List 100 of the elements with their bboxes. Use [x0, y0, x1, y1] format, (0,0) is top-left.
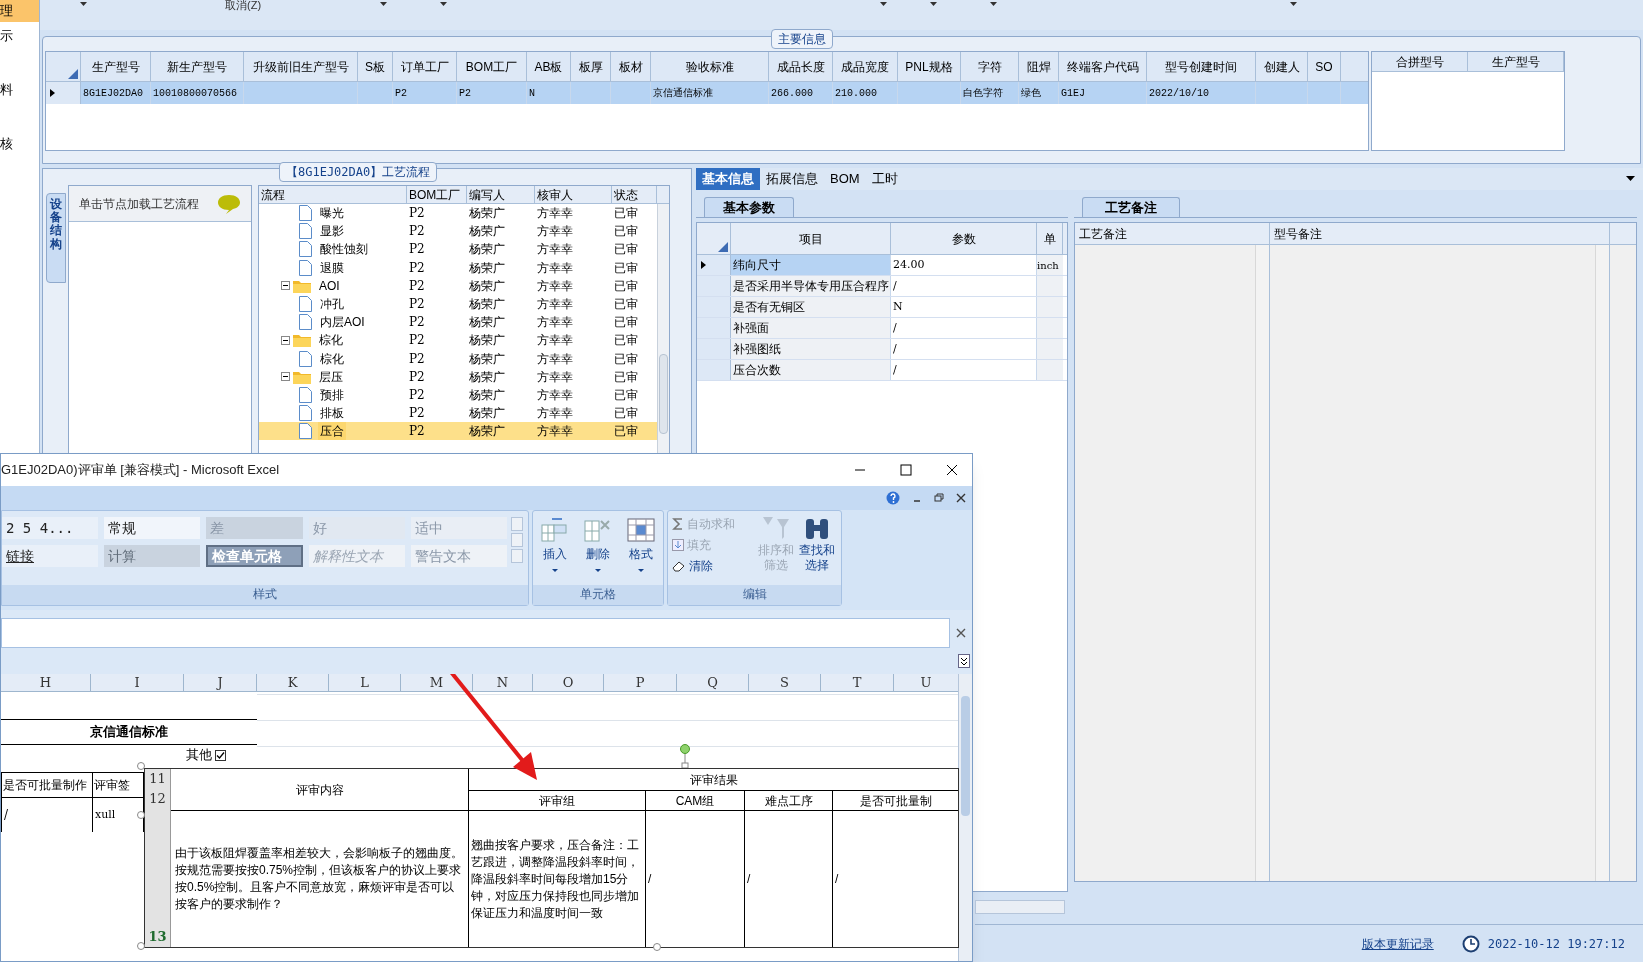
tree-node[interactable]: 酸性蚀刻 [318, 240, 370, 259]
column-header[interactable]: AB板 [527, 52, 571, 81]
vertical-scrollbar[interactable] [958, 674, 972, 961]
close-icon[interactable] [956, 493, 966, 503]
resize-handle-icon[interactable] [137, 762, 145, 770]
restore-icon[interactable] [934, 493, 944, 503]
tree-node[interactable]: 退膜 [318, 258, 346, 277]
column-header[interactable]: 核审人 [535, 186, 612, 203]
column-header[interactable]: 状态 [612, 186, 657, 203]
rotate-handle-icon[interactable] [679, 744, 691, 768]
tree-node[interactable]: 曝光 [318, 204, 346, 223]
column-header[interactable]: 型号创建时间 [1147, 52, 1256, 81]
dropdown-icon[interactable] [1290, 2, 1297, 6]
collapse-icon[interactable] [281, 335, 290, 345]
tab[interactable]: 拓展信息 [760, 168, 824, 190]
side-tab[interactable]: 设备结构 [46, 193, 66, 283]
update-log-link[interactable]: 版本更新记录 [1361, 934, 1434, 953]
dropdown-icon[interactable] [990, 2, 997, 6]
style-swatch[interactable]: 计算 [104, 545, 201, 567]
column-header[interactable]: 阻焊 [1019, 52, 1059, 81]
nav-item[interactable]: 核 [0, 134, 13, 154]
tree-node[interactable]: 内层AOI [318, 313, 367, 332]
collapse-icon[interactable] [281, 281, 290, 291]
column-header[interactable]: BOM工厂 [457, 52, 527, 81]
column-header[interactable]: 生产型号 [1468, 52, 1564, 71]
ribbon-button[interactable]: 清除 [672, 557, 756, 575]
dropdown-icon[interactable] [1626, 176, 1635, 181]
column-header[interactable]: 型号备注 [1270, 223, 1610, 244]
column-header[interactable]: 单 [1037, 223, 1063, 254]
help-icon[interactable] [886, 491, 900, 505]
tree-node[interactable]: 压合 [318, 422, 346, 441]
column-header[interactable]: 工艺备注 [1075, 223, 1270, 244]
column-header[interactable]: S板 [358, 52, 393, 81]
tree-node[interactable]: 显影 [318, 222, 346, 241]
close-icon[interactable] [956, 628, 966, 638]
column-header[interactable]: 项目 [731, 223, 891, 254]
column-header[interactable]: S [749, 674, 821, 691]
column-header[interactable]: 验收标准 [651, 52, 769, 81]
column-header[interactable]: 流程 [259, 186, 407, 203]
column-header[interactable]: SO [1308, 52, 1341, 81]
table-row[interactable]: 补强面 / [697, 318, 1067, 339]
column-header[interactable]: 字符 [961, 52, 1019, 81]
column-header[interactable]: 升级前旧生产型号 [244, 52, 358, 81]
column-header[interactable]: 成品长度 [769, 52, 833, 81]
column-header[interactable]: P [604, 674, 677, 691]
table-row[interactable]: 是否采用半导体专用压合程序 / [697, 276, 1067, 297]
tree-node[interactable]: AOI [317, 276, 342, 295]
dropdown-icon[interactable] [80, 2, 87, 6]
ribbon-button[interactable]: 格式 [626, 515, 657, 585]
tree-node[interactable]: 冲孔 [318, 295, 346, 314]
resize-handle-icon[interactable] [653, 943, 661, 951]
column-header[interactable]: K [257, 674, 329, 691]
column-header[interactable]: J [184, 674, 257, 691]
horizontal-scrollbar[interactable] [975, 900, 1065, 914]
table-row[interactable]: 纬向尺寸 24.00 inch [697, 255, 1067, 276]
tab[interactable]: BOM [824, 168, 866, 190]
column-header[interactable]: 成品宽度 [833, 52, 898, 81]
dropdown-icon[interactable] [440, 2, 447, 6]
table-row[interactable]: 压合次数 / [697, 360, 1067, 381]
tab[interactable]: 工艺备注 [1082, 197, 1180, 217]
tab[interactable]: 基本参数 [704, 197, 794, 217]
tree-node[interactable]: 排板 [318, 404, 346, 423]
table-row[interactable]: 8G1EJ02DA0 10010800070566 P2 P2 N 京信通信标准 266.000 210.000 白色字符 绿色 G1EJ 2022/10/10 [46, 82, 1368, 104]
column-header[interactable]: N [473, 674, 533, 691]
column-header[interactable]: T [821, 674, 894, 691]
style-swatch[interactable]: 常规 [104, 517, 201, 539]
collapse-icon[interactable] [281, 372, 290, 382]
column-header[interactable]: 新生产型号 [151, 52, 244, 81]
maximize-icon[interactable] [900, 464, 912, 476]
column-header[interactable]: 编写人 [467, 186, 535, 203]
style-swatch[interactable]: 2 5 4... [2, 517, 99, 539]
tree-node[interactable]: 预排 [318, 385, 346, 404]
tab[interactable]: 工时 [865, 168, 904, 190]
tab[interactable]: 基本信息 [696, 168, 760, 190]
column-header[interactable]: 订单工厂 [393, 52, 457, 81]
style-swatch[interactable]: 链接 [2, 545, 99, 567]
ribbon-button[interactable]: 查找和选择 [796, 515, 837, 585]
column-header[interactable]: O [533, 674, 604, 691]
column-header[interactable]: I [91, 674, 184, 691]
scroll-thumb[interactable] [961, 696, 970, 816]
cancel-menu[interactable]: 取消(Z) [225, 0, 262, 14]
column-header[interactable]: PNL规格 [898, 52, 961, 81]
close-icon[interactable] [946, 464, 958, 476]
column-header[interactable]: 合拼型号 [1372, 52, 1468, 71]
checkbox-icon[interactable] [215, 749, 226, 761]
column-header[interactable]: M [401, 674, 473, 691]
ribbon-button[interactable]: 插入 [539, 515, 570, 585]
column-header[interactable]: H [1, 674, 91, 691]
column-header[interactable]: Q [677, 674, 749, 691]
column-header[interactable]: L [329, 674, 401, 691]
resize-handle-icon[interactable] [137, 942, 145, 950]
scroll-thumb[interactable] [659, 354, 668, 434]
column-header[interactable]: 终端客户代码 [1059, 52, 1147, 81]
column-header[interactable]: 参数 [891, 223, 1037, 254]
expand-icon[interactable] [958, 654, 970, 668]
dropdown-icon[interactable] [880, 2, 887, 6]
nav-item[interactable]: 示 [0, 26, 13, 46]
column-header[interactable]: 生产型号 [81, 52, 151, 81]
scrollbar[interactable] [657, 204, 669, 454]
dropdown-icon[interactable] [380, 2, 387, 6]
